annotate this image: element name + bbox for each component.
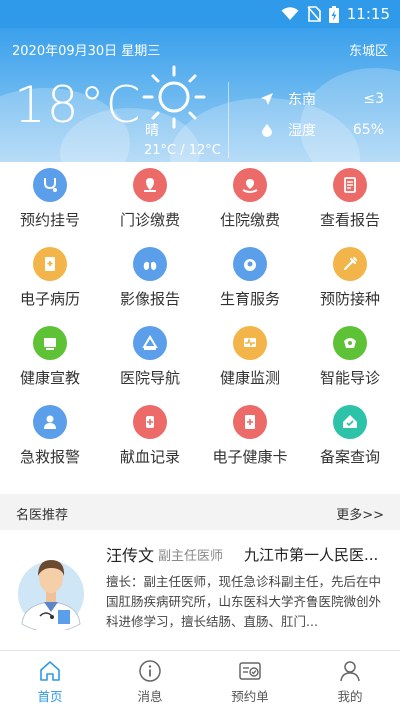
service-label: 献血记录 [119,448,180,466]
service-item[interactable]: 健康宣教 [0,320,100,400]
health-monitor-icon [233,326,267,360]
service-label: 医院导航 [119,369,180,387]
wind-row: 东南 ≤3 [260,88,384,110]
weather-panel: 2020年09月30日 星期三 东城区 18°C 晴 21°C / 12°C 东 [0,28,400,162]
section-title: 名医推荐 [16,508,69,523]
service-label: 预防接种 [319,290,380,308]
service-item[interactable]: 备案查询 [300,399,400,479]
service-item[interactable]: 电子病历 [0,241,100,321]
tab-label: 预约单 [231,689,269,704]
service-label: 住院缴费 [219,211,280,229]
doctor-description: 擅长：副主任医师，现任急诊科副主任，先后在中国肛肠疾病研究所，山东医科大学齐鲁医… [106,574,382,629]
appointment-icon [239,662,261,680]
service-item[interactable]: 电子健康卡 [200,399,300,479]
humidity-icon [262,124,272,137]
service-label: 查看报告 [319,211,380,229]
service-grid: 预约挂号 门诊缴费 住院缴费 查看报告电子病历 影像报告 生育服务 预防接种健康宣教 医院导航… [0,162,400,480]
service-label: 健康宣教 [19,369,80,387]
tab-messages[interactable]: 消息 [100,651,200,710]
no-sim-icon [307,6,321,22]
service-item[interactable]: 医院导航 [100,320,200,400]
outpatient-pay-icon [133,168,167,202]
app-screen: 11:15 2020年09月30日 星期三 东城区 18°C 晴 21°C / [0,0,400,710]
smart-guide-icon [333,326,367,360]
tab-label: 我的 [337,689,363,704]
home-record-icon [333,405,367,439]
doctor-hospital: 九江市第一人民医... [244,546,379,564]
blood-bag-icon [133,405,167,439]
service-label: 健康监测 [219,369,280,387]
service-item[interactable]: 查看报告 [300,162,400,242]
doctor-card[interactable]: 汪传文 副主任医师 九江市第一人民医... 擅长：副主任医师，现任急诊科副主任，… [0,530,400,648]
service-label: 预约挂号 [19,211,80,229]
service-item[interactable]: 献血记录 [100,399,200,479]
more-link[interactable]: 更多>> [336,504,384,523]
baby-icon [233,247,267,281]
service-item[interactable]: 生育服务 [200,241,300,321]
service-label: 急救报警 [19,448,80,466]
emergency-doctor-icon [33,405,67,439]
tab-label: 消息 [137,689,163,704]
weather-divider [228,82,229,158]
tab-label: 首页 [37,689,63,704]
service-item[interactable]: 预防接种 [300,241,400,321]
wind-direction: 东南 [288,92,316,108]
health-card-icon [233,405,267,439]
report-icon [333,168,367,202]
doctor-title: 副主任医师 [158,549,224,564]
weather-date: 2020年09月30日 星期三 [12,44,161,59]
service-label: 电子健康卡 [212,448,288,466]
current-temperature: 18°C [14,76,142,134]
service-item[interactable]: 急救报警 [0,399,100,479]
home-icon [40,661,60,681]
wind-level: ≤3 [363,91,384,107]
doctor-name: 汪传文 [106,546,155,565]
medical-record-icon [33,247,67,281]
district-selector[interactable]: 东城区 [349,40,388,59]
battery-charging-icon [328,5,339,23]
service-label: 门诊缴费 [119,211,180,229]
inpatient-pay-icon [233,168,267,202]
stethoscope-icon [33,168,67,202]
famous-doctor-header: 名医推荐 更多>> [0,494,400,530]
wind-direction-icon [261,93,273,105]
tab-appointments[interactable]: 预约单 [200,651,300,710]
service-item[interactable]: 住院缴费 [200,162,300,242]
service-label: 生育服务 [219,290,280,308]
temperature-range: 21°C / 12°C [144,143,221,158]
status-bar: 11:15 [0,0,400,28]
humidity-row: 湿度 65% [260,119,384,141]
service-item[interactable]: 门诊缴费 [100,162,200,242]
tab-home[interactable]: 首页 [0,651,100,710]
tab-profile[interactable]: 我的 [300,651,400,710]
weather-condition: 晴 [145,123,159,139]
service-item[interactable]: 健康监测 [200,320,300,400]
info-icon [139,660,161,682]
hospital-navigation-icon [133,326,167,360]
service-item[interactable]: 影像报告 [100,241,200,321]
user-icon [340,661,360,682]
lungs-icon [133,247,167,281]
service-item[interactable]: 预约挂号 [0,162,100,242]
service-label: 影像报告 [119,290,180,308]
service-label: 备案查询 [319,448,380,466]
syringe-icon [333,247,367,281]
doctor-avatar [18,560,84,630]
service-label: 智能导诊 [319,369,380,387]
bottom-tab-bar: 首页 消息 预约单 我的 [0,650,400,710]
humidity-value: 65% [352,122,384,138]
humidity-label: 湿度 [288,123,316,139]
status-icons: 11:15 [281,4,390,24]
wifi-icon [281,7,299,20]
status-time: 11:15 [346,5,390,23]
health-education-icon [33,326,67,360]
service-label: 电子病历 [19,290,80,308]
service-item[interactable]: 智能导诊 [300,320,400,400]
